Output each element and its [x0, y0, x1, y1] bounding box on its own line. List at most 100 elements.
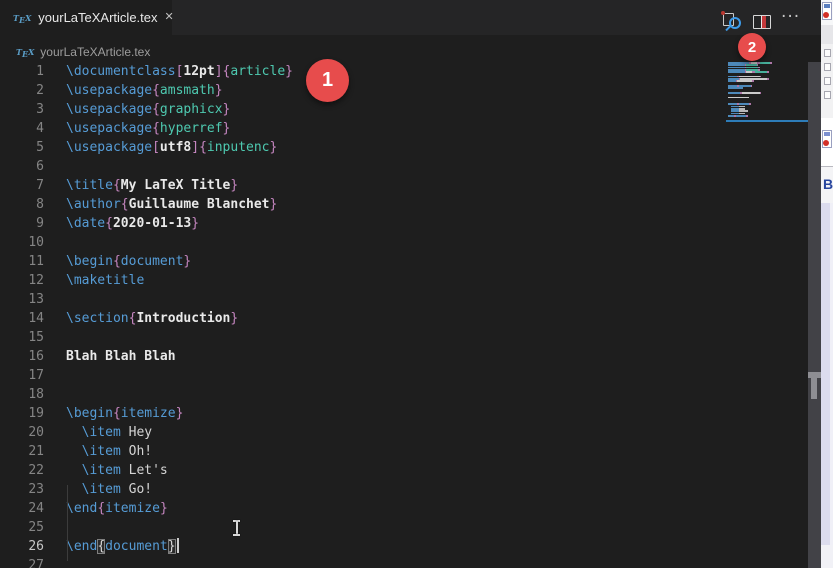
code-line-5[interactable]: 5 \usepackage[utf8]{inputenc}: [0, 138, 726, 157]
token-cmd: \author: [66, 197, 121, 212]
line-number[interactable]: 10: [0, 233, 44, 252]
token-cmd: \item: [81, 425, 121, 440]
tool-stub-icon: [824, 77, 831, 85]
search-preview-icon[interactable]: [721, 11, 743, 33]
line-number[interactable]: 16: [0, 347, 44, 366]
code-text: \item Oh!: [66, 442, 152, 461]
token-cmd: \item: [81, 482, 121, 497]
code-line-9[interactable]: 9 \date{2020-01-13}: [0, 214, 726, 233]
line-number[interactable]: 1: [0, 62, 44, 81]
background-window-bottom: [821, 545, 833, 568]
token-brace: }: [269, 140, 278, 155]
minimap-line: [728, 87, 743, 89]
line-number[interactable]: 2: [0, 81, 44, 100]
code-line-18[interactable]: 18: [0, 385, 726, 404]
code-line-2[interactable]: 2 \usepackage{amsmath}: [0, 81, 726, 100]
code-line-13[interactable]: 13: [0, 290, 726, 309]
line-number[interactable]: 19: [0, 404, 44, 423]
code-line-11[interactable]: 11 \begin{document}: [0, 252, 726, 271]
token-env: document: [120, 254, 184, 269]
token-cmd: \begin: [66, 254, 113, 269]
token-cmd: \usepackage: [66, 83, 153, 98]
line-number[interactable]: 20: [0, 423, 44, 442]
code-line-10[interactable]: 10: [0, 233, 726, 252]
code-line-17[interactable]: 17: [0, 366, 726, 385]
code-line-26[interactable]: 26 \end{document}: [0, 537, 726, 556]
line-number[interactable]: 14: [0, 309, 44, 328]
line-number[interactable]: 23: [0, 480, 44, 499]
line-number[interactable]: 3: [0, 100, 44, 119]
code-line-16[interactable]: 16 Blah Blah Blah: [0, 347, 726, 366]
tab-yourlatexarticle[interactable]: TEX yourLaTeXArticle.tex ✕: [0, 0, 174, 35]
code-text: \author{Guillaume Blanchet}: [66, 195, 277, 214]
code-line-27[interactable]: 27: [0, 556, 726, 568]
line-number[interactable]: 6: [0, 157, 44, 176]
background-window-tab: [821, 0, 833, 25]
token-brace: }: [269, 197, 278, 212]
line-number[interactable]: 9: [0, 214, 44, 233]
code-line-8[interactable]: 8 \author{Guillaume Blanchet}: [0, 195, 726, 214]
token-txt: Let's: [120, 463, 168, 478]
line-number[interactable]: 11: [0, 252, 44, 271]
code-line-25[interactable]: 25: [0, 518, 726, 537]
code-line-23[interactable]: 23 \item Go!: [0, 480, 726, 499]
line-number[interactable]: 8: [0, 195, 44, 214]
background-window-sliver[interactable]: B: [821, 0, 833, 568]
split-editor-icon[interactable]: [753, 15, 771, 29]
code-text: \usepackage{amsmath}: [66, 81, 223, 100]
close-tab-icon[interactable]: ✕: [165, 12, 174, 23]
code-line-4[interactable]: 4 \usepackage{hyperref}: [0, 119, 726, 138]
line-number[interactable]: 15: [0, 328, 44, 347]
token-env: itemize: [120, 406, 176, 421]
code-text: \usepackage[utf8]{inputenc}: [66, 138, 277, 157]
token-brace: {: [112, 178, 121, 193]
token-brace: {: [97, 501, 106, 516]
code-text: \end{document}: [66, 537, 179, 556]
code-line-3[interactable]: 3 \usepackage{graphicx}: [0, 100, 726, 119]
code-line-6[interactable]: 6: [0, 157, 726, 176]
code-line-22[interactable]: 22 \item Let's: [0, 461, 726, 480]
code-line-19[interactable]: 19 \begin{itemize}: [0, 404, 726, 423]
scrollbar-track[interactable]: [808, 62, 821, 568]
line-number[interactable]: 12: [0, 271, 44, 290]
line-number[interactable]: 27: [0, 556, 44, 568]
code-line-20[interactable]: 20 \item Hey: [0, 423, 726, 442]
line-number[interactable]: 26: [0, 537, 44, 556]
token-brace: }: [222, 102, 231, 117]
line-number[interactable]: 7: [0, 176, 44, 195]
code-line-1[interactable]: 1 \documentclass[12pt]{article}: [0, 62, 726, 81]
split-editor-stripe: [761, 16, 766, 28]
token-brace: }: [285, 64, 293, 79]
code-text: \item Let's: [66, 461, 168, 480]
token-txt: Oh!: [120, 444, 153, 459]
code-line-12[interactable]: 12 \maketitle: [0, 271, 726, 290]
token-env: document: [105, 539, 168, 554]
line-number[interactable]: 18: [0, 385, 44, 404]
breadcrumb[interactable]: TEX yourLaTeXArticle.tex: [16, 43, 150, 61]
line-number[interactable]: 24: [0, 499, 44, 518]
code-line-15[interactable]: 15: [0, 328, 726, 347]
code-text: \usepackage{hyperref}: [66, 119, 230, 138]
more-actions-icon[interactable]: ···: [781, 7, 800, 27]
minimap-current-line-marker: [726, 119, 808, 122]
token-bold: utf8: [159, 140, 192, 155]
line-number[interactable]: 17: [0, 366, 44, 385]
minimap[interactable]: [726, 62, 808, 522]
line-number[interactable]: 25: [0, 518, 44, 537]
token-pkg: inputenc: [206, 140, 270, 155]
token-txt: Hey: [120, 425, 153, 440]
code-editor[interactable]: 1 \documentclass[12pt]{article} 2 \usepacka…: [0, 62, 726, 568]
code-line-7[interactable]: 7 \title{My LaTeX Title}: [0, 176, 726, 195]
line-number[interactable]: 13: [0, 290, 44, 309]
line-number[interactable]: 22: [0, 461, 44, 480]
code-line-21[interactable]: 21 \item Oh!: [0, 442, 726, 461]
token-cmd: \end: [66, 501, 98, 516]
code-line-24[interactable]: 24 \end{itemize}: [0, 499, 726, 518]
line-number[interactable]: 5: [0, 138, 44, 157]
line-number[interactable]: 4: [0, 119, 44, 138]
line-number[interactable]: 21: [0, 442, 44, 461]
code-line-14[interactable]: 14 \section{Introduction}: [0, 309, 726, 328]
indent-guide: [67, 485, 68, 561]
tab-label: yourLaTeXArticle.tex: [38, 10, 158, 25]
scrollbar-thumb-stem: [811, 378, 817, 399]
